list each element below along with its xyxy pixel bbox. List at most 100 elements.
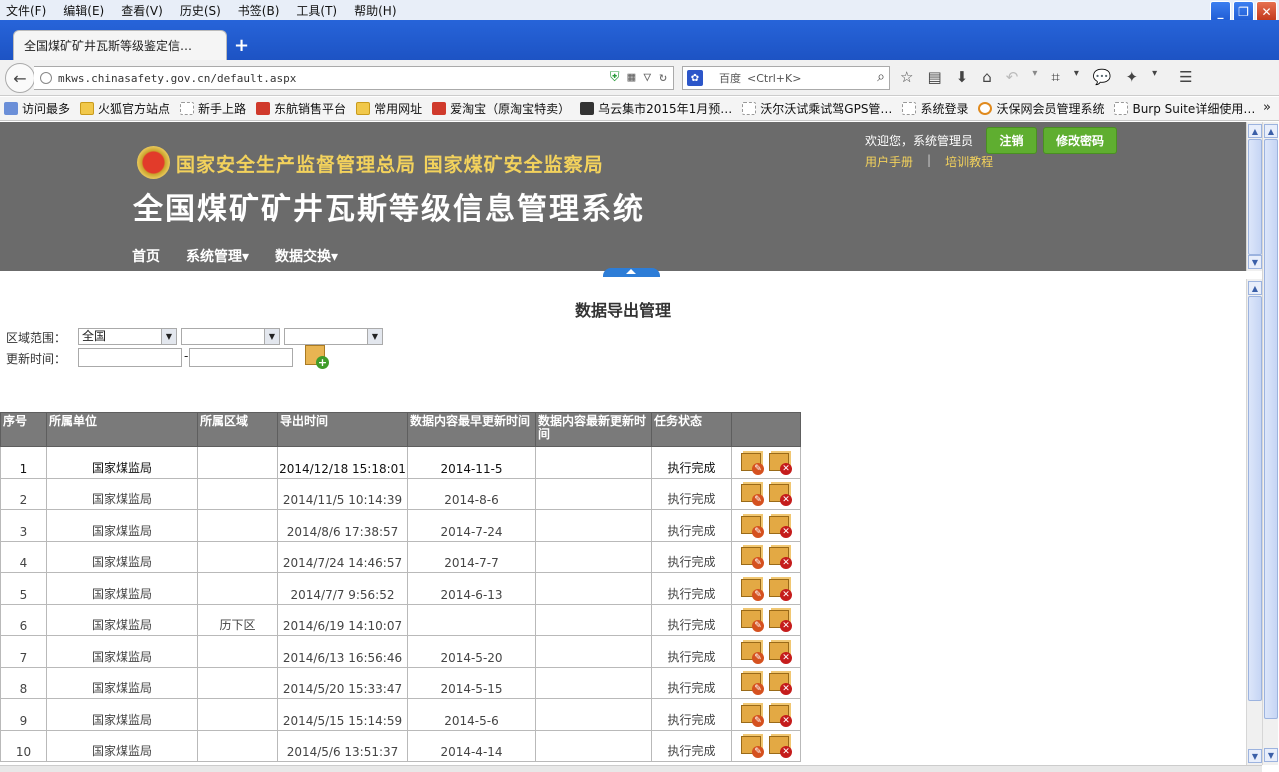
addon-icon[interactable]: ✦ xyxy=(1126,68,1139,86)
bookmark-item[interactable]: 爱淘宝（原淘宝特卖） xyxy=(432,100,570,117)
content-scrollbar[interactable]: ▲ ▼ xyxy=(1246,279,1262,765)
url-text[interactable]: mkws.chinasafety.gov.cn/default.aspx xyxy=(58,72,296,85)
home-icon[interactable]: ⌂ xyxy=(982,68,992,86)
undo-icon[interactable]: ↶ xyxy=(1006,68,1019,86)
cell-unit: 国家煤监局 xyxy=(46,698,198,731)
change-password-button[interactable]: 修改密码 xyxy=(1043,127,1117,154)
scroll-thumb[interactable] xyxy=(1248,139,1262,255)
scroll-up-icon[interactable]: ▲ xyxy=(1248,124,1262,138)
chevron-right-icon[interactable]: » xyxy=(1263,100,1271,115)
nav-home[interactable]: 首页 xyxy=(132,246,160,266)
document-delete-icon[interactable]: ✕ xyxy=(768,608,792,632)
document-edit-icon[interactable]: ✎ xyxy=(740,482,764,506)
dropdown-icon[interactable]: ▽ xyxy=(643,70,651,85)
dropdown-icon[interactable]: ▾ xyxy=(1152,68,1157,86)
crop-icon[interactable]: ⌗ xyxy=(1051,68,1059,86)
document-edit-icon[interactable]: ✎ xyxy=(740,734,764,758)
document-delete-icon[interactable]: ✕ xyxy=(768,514,792,538)
end-date-input[interactable] xyxy=(189,348,293,367)
url-bar[interactable]: mkws.chinasafety.gov.cn/default.aspx ⛨ ▦… xyxy=(34,66,674,90)
chevron-down-icon[interactable]: ▼ xyxy=(161,329,176,344)
cell-region xyxy=(197,666,278,699)
document-delete-icon[interactable]: ✕ xyxy=(768,482,792,506)
start-date-input[interactable] xyxy=(78,348,182,367)
cell-region xyxy=(197,509,278,542)
qrcode-icon[interactable]: ▦ xyxy=(628,70,636,85)
menu-help[interactable]: 帮助(H) xyxy=(354,2,396,19)
new-tab-icon[interactable]: + xyxy=(234,35,249,56)
user-manual-link[interactable]: 用户手册 xyxy=(865,153,913,170)
download-icon[interactable]: ⬇ xyxy=(956,68,969,86)
document-edit-icon[interactable]: ✎ xyxy=(740,703,764,727)
bookmark-item[interactable]: 沃保网会员管理系统 xyxy=(978,100,1104,117)
browser-tab[interactable]: 全国煤矿矿井瓦斯等级鉴定信… xyxy=(13,30,227,60)
chevron-down-icon[interactable]: ▼ xyxy=(367,329,382,344)
reading-list-icon[interactable]: ▤ xyxy=(927,68,941,86)
maximize-icon[interactable]: ❐ xyxy=(1233,1,1254,22)
document-edit-icon[interactable]: ✎ xyxy=(740,451,764,475)
search-icon[interactable]: ⌕ xyxy=(877,69,885,85)
training-link[interactable]: 培训教程 xyxy=(945,153,993,170)
menu-view[interactable]: 查看(V) xyxy=(121,2,163,19)
bookmark-item[interactable]: Burp Suite详细使用… xyxy=(1114,100,1255,117)
bookmark-item[interactable]: 火狐官方站点 xyxy=(80,100,170,117)
document-delete-icon[interactable]: ✕ xyxy=(768,451,792,475)
document-edit-icon[interactable]: ✎ xyxy=(740,514,764,538)
document-edit-icon[interactable]: ✎ xyxy=(740,545,764,569)
bookmark-item[interactable]: 系统登录 xyxy=(902,100,968,117)
bookmark-item[interactable]: 访问最多 xyxy=(4,100,70,117)
header-scrollbar[interactable]: ▲ ▼ xyxy=(1246,122,1262,271)
bookmark-item[interactable]: 常用网址 xyxy=(356,100,422,117)
province-select[interactable]: 全国 ▼ xyxy=(78,328,177,345)
dropdown-icon[interactable]: ▾ xyxy=(1032,68,1037,86)
reload-icon[interactable]: ↻ xyxy=(659,70,667,85)
dropdown-icon[interactable]: ▾ xyxy=(1074,68,1079,86)
city-select[interactable]: ▼ xyxy=(181,328,280,345)
menu-file[interactable]: 文件(F) xyxy=(6,2,46,19)
nav-system-management[interactable]: 系统管理▾ xyxy=(186,246,249,266)
scroll-down-icon[interactable]: ▼ xyxy=(1248,255,1262,269)
logout-button[interactable]: 注销 xyxy=(986,127,1037,154)
scroll-down-icon[interactable]: ▼ xyxy=(1264,748,1278,762)
baidu-icon[interactable]: ✿ xyxy=(687,70,703,86)
scroll-thumb[interactable] xyxy=(1248,296,1262,701)
back-arrow-icon[interactable]: ← xyxy=(5,63,35,93)
hamburger-menu-icon[interactable]: ☰ xyxy=(1179,68,1192,86)
document-delete-icon[interactable]: ✕ xyxy=(768,577,792,601)
scroll-down-icon[interactable]: ▼ xyxy=(1248,749,1262,763)
chevron-down-icon[interactable]: ▼ xyxy=(264,329,279,344)
scroll-thumb[interactable] xyxy=(1264,139,1278,719)
document-edit-icon[interactable]: ✎ xyxy=(740,577,764,601)
star-icon[interactable]: ☆ xyxy=(900,68,913,86)
bookmark-item[interactable]: 新手上路 xyxy=(180,100,246,117)
menu-history[interactable]: 历史(S) xyxy=(180,2,221,19)
document-add-icon[interactable]: + xyxy=(305,345,329,369)
document-delete-icon[interactable]: ✕ xyxy=(768,545,792,569)
site-header: 国家安全生产监督管理总局 国家煤矿安全监察局 全国煤矿矿井瓦斯等级信息管理系统 … xyxy=(0,122,1246,271)
document-delete-icon[interactable]: ✕ xyxy=(768,671,792,695)
search-bar[interactable]: ✿ 百度 <Ctrl+K> ⌕ xyxy=(682,66,890,90)
district-select[interactable]: ▼ xyxy=(284,328,383,345)
document-delete-icon[interactable]: ✕ xyxy=(768,640,792,664)
document-edit-icon[interactable]: ✎ xyxy=(740,640,764,664)
scroll-up-icon[interactable]: ▲ xyxy=(1248,281,1262,295)
bookmark-item[interactable]: 乌云集市2015年1月预… xyxy=(580,100,732,117)
chat-icon[interactable]: 💬 xyxy=(1093,68,1112,86)
shield-icon[interactable]: ⛨ xyxy=(610,70,620,85)
nav-data-exchange[interactable]: 数据交换▾ xyxy=(275,246,338,266)
menu-tools[interactable]: 工具(T) xyxy=(296,2,337,19)
page-scrollbar[interactable]: ▲ ▼ xyxy=(1262,122,1278,765)
collapse-header-icon[interactable] xyxy=(603,268,660,277)
menu-bookmarks[interactable]: 书签(B) xyxy=(238,2,280,19)
close-icon[interactable]: ✕ xyxy=(1256,1,1277,22)
search-input[interactable]: <Ctrl+K> xyxy=(747,72,801,85)
menu-edit[interactable]: 编辑(E) xyxy=(63,2,104,19)
minimize-icon[interactable]: _ xyxy=(1210,1,1231,22)
bookmark-item[interactable]: 东航销售平台 xyxy=(256,100,346,117)
document-delete-icon[interactable]: ✕ xyxy=(768,734,792,758)
scroll-up-icon[interactable]: ▲ xyxy=(1264,124,1278,138)
document-edit-icon[interactable]: ✎ xyxy=(740,671,764,695)
bookmark-item[interactable]: 沃尔沃试乘试驾GPS管… xyxy=(742,100,892,117)
document-edit-icon[interactable]: ✎ xyxy=(740,608,764,632)
document-delete-icon[interactable]: ✕ xyxy=(768,703,792,727)
